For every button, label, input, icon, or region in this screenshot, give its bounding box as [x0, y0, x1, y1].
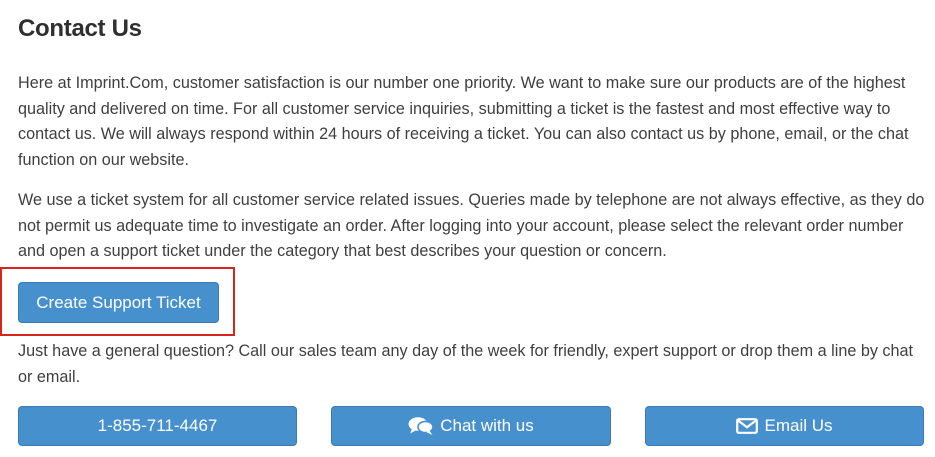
phone-button[interactable]: 1-855-711-4467: [18, 406, 297, 446]
email-label: Email Us: [764, 416, 833, 435]
phone-label: 1-855-711-4467: [97, 416, 218, 435]
chat-button[interactable]: Chat with us: [331, 406, 611, 446]
general-question-paragraph: Just have a general question? Call our s…: [18, 342, 914, 386]
create-support-ticket-button[interactable]: Create Support Ticket: [18, 282, 219, 323]
page-title: Contact Us: [18, 15, 142, 42]
chat-label: Chat with us: [440, 416, 534, 435]
envelope-icon: [736, 418, 759, 434]
email-button[interactable]: Email Us: [645, 406, 924, 446]
comments-icon: [408, 416, 435, 436]
intro-paragraph: Here at Imprint.Com, customer satisfacti…: [18, 74, 909, 169]
ticket-system-paragraph: We use a ticket system for all customer …: [18, 191, 925, 260]
create-support-ticket-label: Create Support Ticket: [36, 292, 201, 312]
